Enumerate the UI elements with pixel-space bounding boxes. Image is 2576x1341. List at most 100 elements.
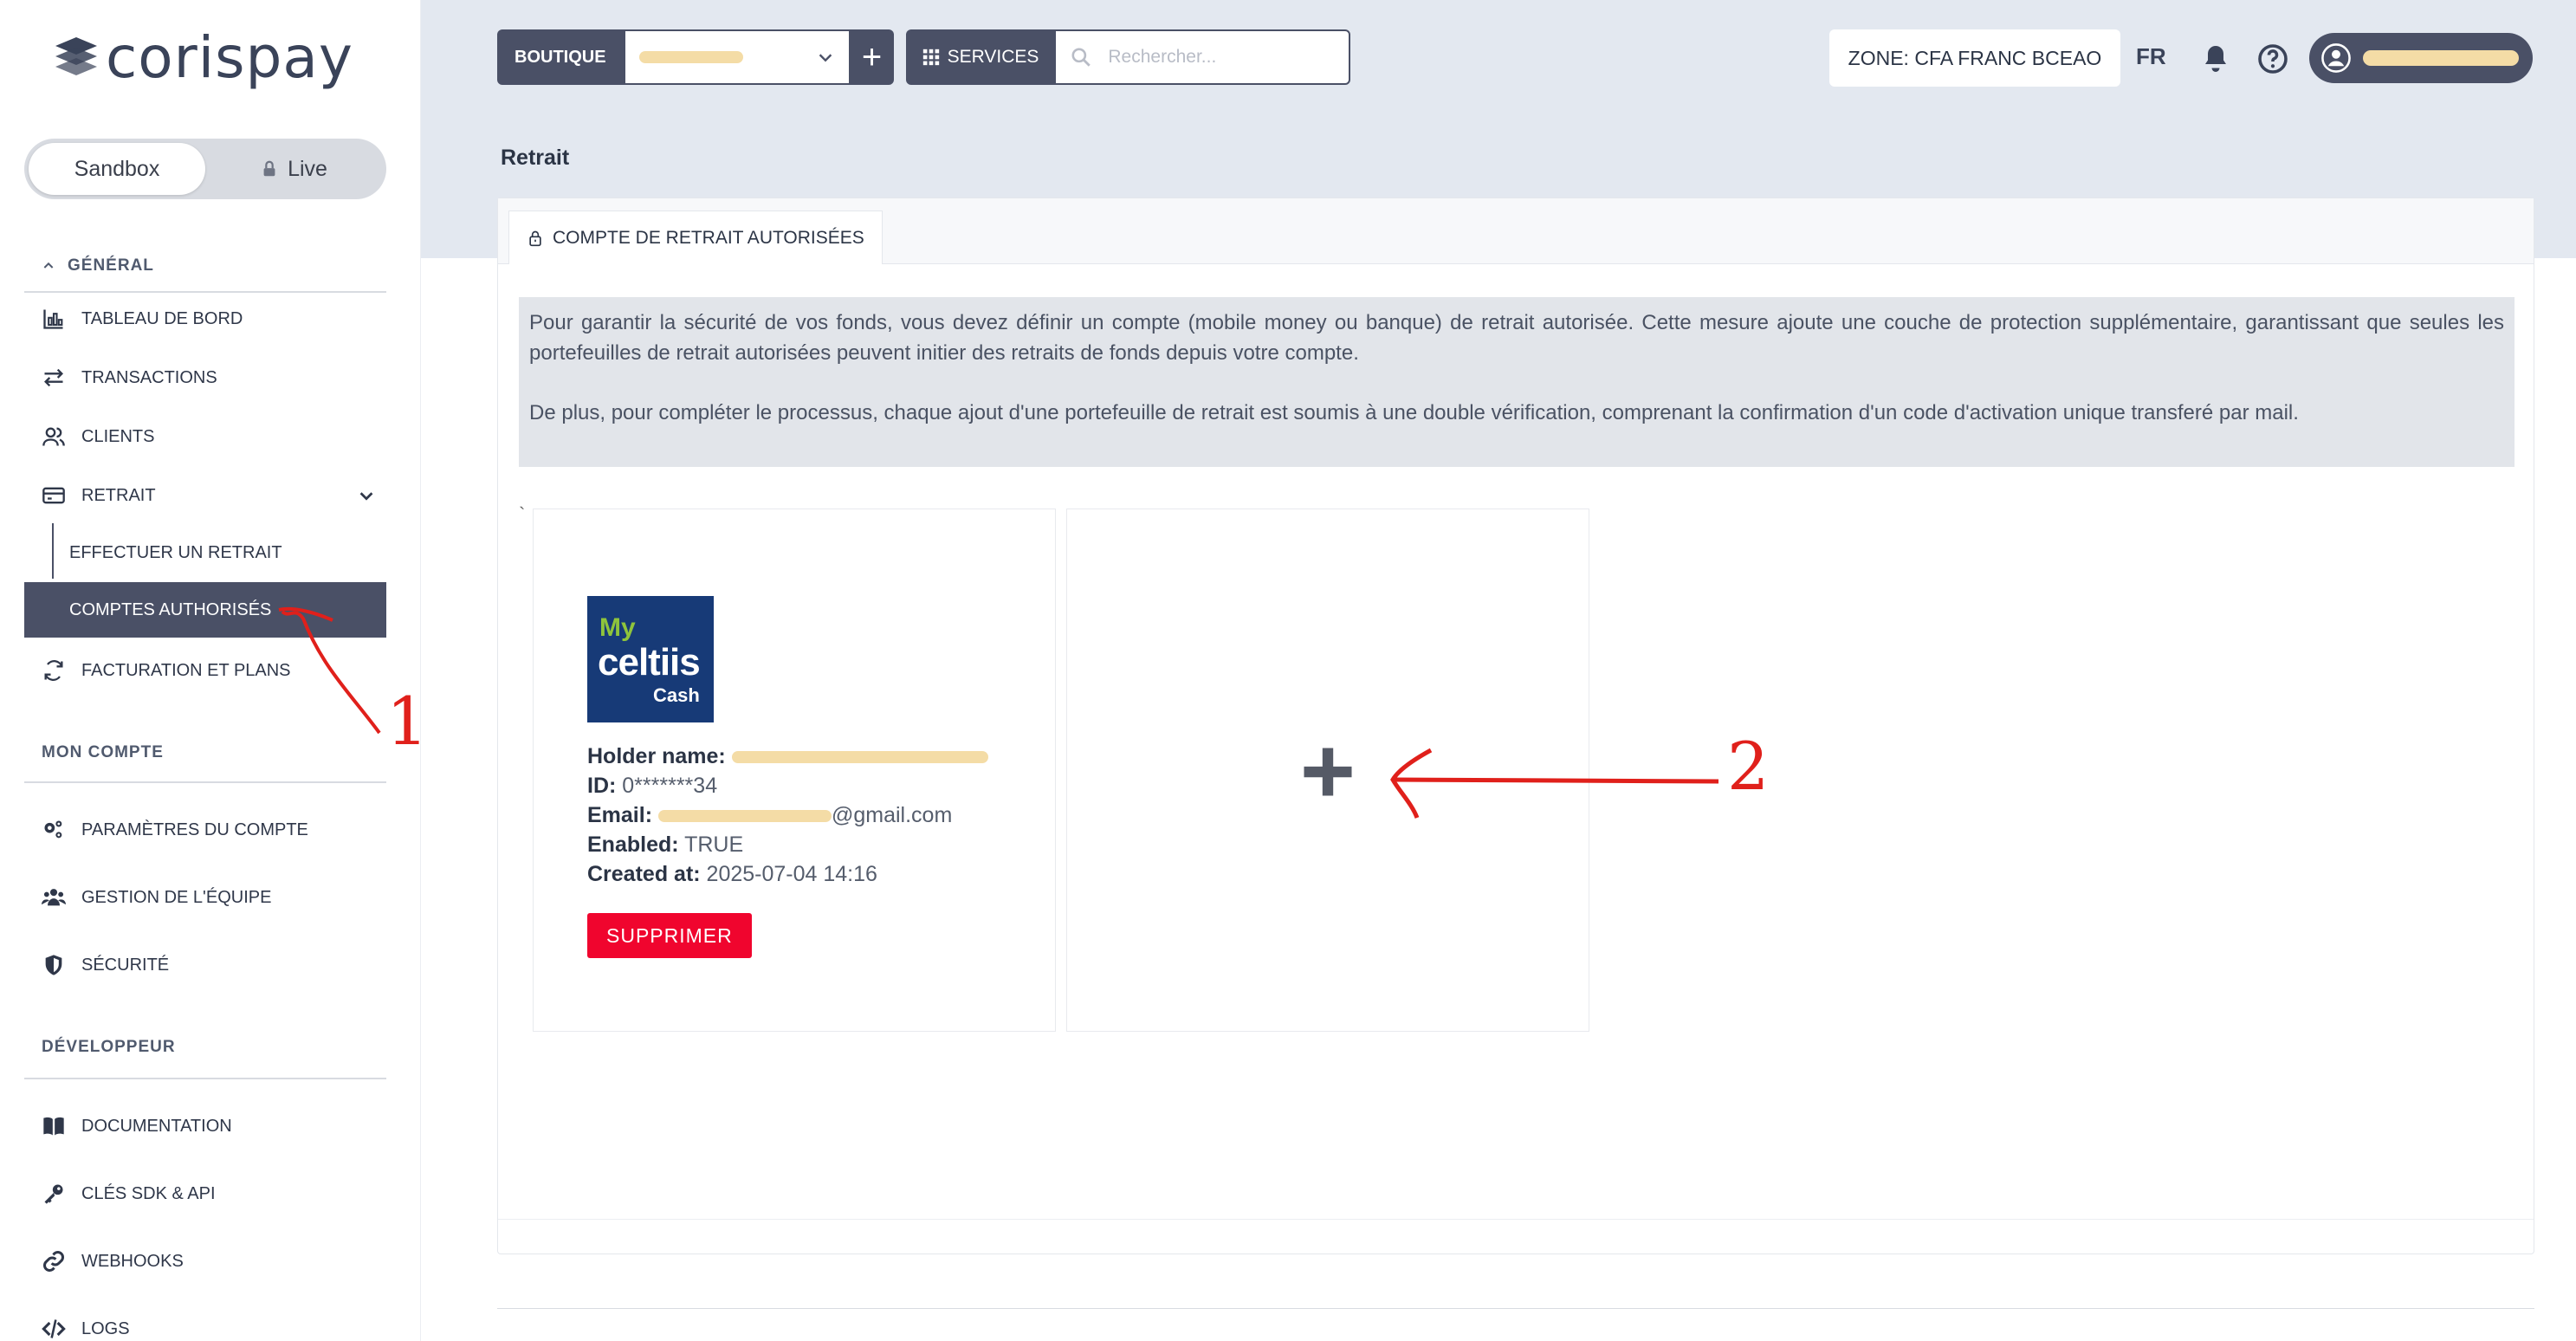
sidebar-item-webhooks[interactable]: WEBHOOKS [24,1234,386,1289]
code-icon [42,1319,66,1338]
holder-label: Holder name: [587,744,726,768]
redacted-shop-name [638,51,743,63]
language-switch[interactable]: FR [2136,43,2166,70]
enabled-value: TRUE [684,832,744,857]
live-option[interactable]: Live [205,143,382,195]
search-input[interactable] [1108,47,1334,68]
search-box[interactable] [1054,29,1351,85]
sidebar-subitem-label: EFFECTUER UN RETRAIT [69,542,282,562]
sidebar-item-parametres[interactable]: PARAMÈTRES DU COMPTE [24,802,386,858]
footer-divider [497,1308,2534,1309]
redacted-holder-name [731,751,988,764]
sidebar: corispay Sandbox Live GÉNÉRAL TABLEAU DE… [0,0,421,1341]
stray-character: ` [519,503,526,525]
sidebar-item-label: TRANSACTIONS [81,367,217,387]
annotation-number-2: 2 [1727,728,1770,805]
shield-icon [45,955,62,975]
sidebar-item-comptes-authorises[interactable]: COMPTES AUTHORISÉS [24,582,386,638]
sidebar-item-transactions[interactable]: TRANSACTIONS [24,350,386,405]
sidebar-item-label: CLÉS SDK & API [81,1183,216,1203]
sidebar-item-label: GESTION DE L'ÉQUIPE [81,887,272,907]
brand-logo[interactable]: corispay [52,29,353,87]
lock-icon [529,230,541,246]
annotation-number-1: 1 [386,683,429,760]
environment-toggle[interactable]: Sandbox Live [24,139,386,199]
book-icon [43,1117,64,1136]
sandbox-option[interactable]: Sandbox [29,143,205,195]
section-general-title: GÉNÉRAL [68,256,154,275]
tab-bar: COMPTE DE RETRAIT AUTORISÉES [498,198,2534,264]
sidebar-item-label: TABLEAU DE BORD [81,308,243,328]
account-details: Holder name: ID: 0*******34 Email: @gmai… [587,742,988,889]
sidebar-item-documentation[interactable]: DOCUMENTATION [24,1098,386,1154]
sidebar-item-tableau-de-bord[interactable]: TABLEAU DE BORD [24,291,386,347]
sidebar-item-retrait[interactable]: RETRAIT [24,468,386,523]
users-icon [42,427,65,446]
section-mon-compte-title: MON COMPTE [42,743,164,761]
chart-bar-icon [43,309,63,329]
email-domain: @gmail.com [831,803,953,827]
brand-name: corispay [106,24,353,91]
boutique-label: BOUTIQUE [497,29,624,85]
link-icon [43,1251,64,1272]
sidebar-subitem-label: COMPTES AUTHORISÉS [69,599,272,619]
sidebar-item-label: RETRAIT [81,485,156,505]
team-icon [42,889,66,906]
bell-icon[interactable] [2200,43,2231,74]
divider [24,781,386,783]
grid-icon [922,49,939,66]
notice-paragraph-2: De plus, pour compléter le processus, ch… [529,401,2299,424]
divider [24,1078,386,1079]
created-label: Created at: [587,862,701,886]
chevron-down-icon [819,54,832,62]
help-icon[interactable] [2257,43,2288,74]
tab-comptes-retrait[interactable]: COMPTE DE RETRAIT AUTORISÉES [508,211,883,264]
id-row: ID: 0*******34 [587,771,988,800]
add-boutique-button[interactable]: + [850,29,894,85]
sidebar-item-securite[interactable]: SÉCURITÉ [24,937,386,993]
services-button[interactable]: SERVICES [905,29,1055,85]
sidebar-item-label: CLIENTS [81,426,155,446]
created-value: 2025-07-04 14:16 [706,862,877,886]
key-icon [44,1184,63,1204]
chevron-up-icon [43,262,54,269]
logo-line-1: My [599,613,636,642]
enabled-row: Enabled: TRUE [587,830,988,859]
email-label: Email: [587,803,653,827]
zone-badge: ZONE: CFA FRANC BCEAO [1829,29,2120,87]
enabled-label: Enabled: [587,832,679,857]
sidebar-item-equipe[interactable]: GESTION DE L'ÉQUIPE [24,870,386,925]
logo-line-3: Cash [653,684,700,706]
section-developpeur-title: DÉVELOPPEUR [42,1038,176,1056]
top-toolbar: BOUTIQUE + SERVICES [497,29,1351,85]
sidebar-item-label: DOCUMENTATION [81,1116,232,1136]
sidebar-item-label: PARAMÈTRES DU COMPTE [81,820,308,839]
delete-account-button[interactable]: SUPPRIMER [587,913,752,958]
credit-card-icon [42,487,65,504]
sidebar-item-cles-api[interactable]: CLÉS SDK & API [24,1166,386,1221]
sidebar-item-effectuer-retrait[interactable]: EFFECTUER UN RETRAIT [52,525,386,580]
tab-label: COMPTE DE RETRAIT AUTORISÉES [553,227,864,248]
live-label: Live [288,156,327,181]
sidebar-item-clients[interactable]: CLIENTS [24,409,386,464]
boutique-select[interactable] [623,29,851,85]
security-notice: Pour garantir la sécurité de vos fonds, … [519,297,2515,467]
add-account-card[interactable] [1066,509,1589,1032]
page-title: Retrait [501,146,570,170]
sidebar-item-label: SÉCURITÉ [81,955,170,975]
sync-icon [44,660,63,681]
id-value: 0*******34 [622,774,718,798]
redacted-username [2363,50,2519,66]
user-menu[interactable] [2309,33,2533,83]
sidebar-item-facturation[interactable]: FACTURATION ET PLANS [24,643,386,698]
plus-icon[interactable] [1299,743,1356,800]
sidebar-item-logs[interactable]: LOGS [24,1301,386,1341]
created-row: Created at: 2025-07-04 14:16 [587,859,988,889]
sidebar-item-label: LOGS [81,1318,130,1338]
services-label: SERVICES [947,47,1039,67]
sidebar-item-label: FACTURATION ET PLANS [81,660,291,680]
holder-row: Holder name: [587,742,988,771]
section-general[interactable]: GÉNÉRAL [42,256,154,275]
email-row: Email: @gmail.com [587,800,988,830]
logo-line-2: celtiis [598,641,701,683]
